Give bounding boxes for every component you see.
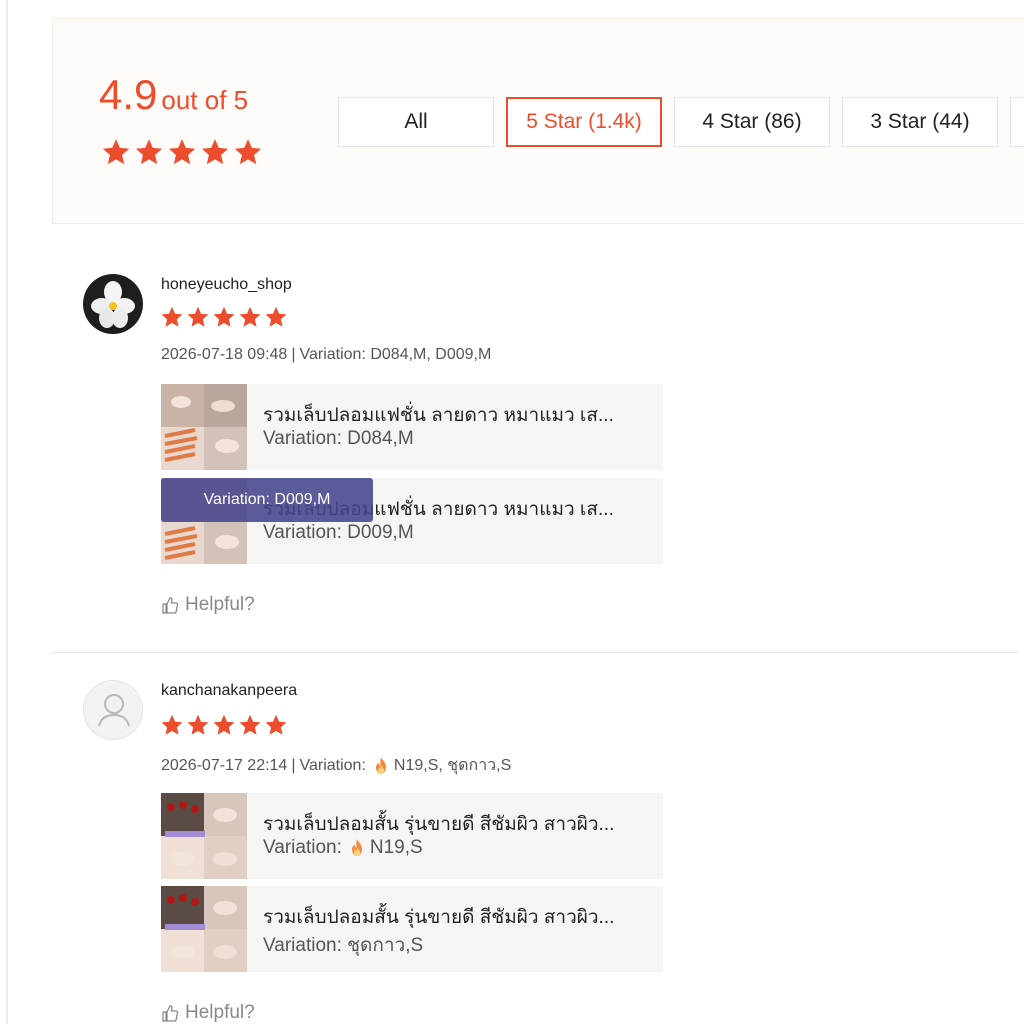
variation-overlay-label: Variation: D009,M <box>161 478 373 522</box>
product-name: รวมเล็บปลอมสั้น รุ่นขายดี สีชัมผิว สาวผิ… <box>263 907 615 928</box>
star-icon <box>212 713 236 737</box>
filter-more-button[interactable] <box>1010 97 1024 147</box>
default-user-icon <box>98 694 130 727</box>
reviewer-username[interactable]: honeyeucho_shop <box>161 276 292 294</box>
star-icon <box>167 137 197 167</box>
star-icon <box>160 305 184 329</box>
filter-3-star-button[interactable]: 3 Star (44) <box>842 97 998 147</box>
star-icon <box>264 713 288 737</box>
review-meta: 2026-07-18 09:48 | Variation: D084,M, D0… <box>161 346 491 364</box>
filter-all-button[interactable]: All <box>338 97 494 147</box>
star-icon <box>233 137 263 167</box>
review-divider <box>52 652 1018 653</box>
rating-scale: out of 5 <box>161 85 249 115</box>
review-item: honeyeucho_shop 2026-07-18 09:48 | Varia… <box>80 270 980 640</box>
avatar <box>83 680 143 740</box>
rating-filter-bar: All 5 Star (1.4k) 4 Star (86) 3 Star (44… <box>338 97 1024 147</box>
star-icon <box>186 305 210 329</box>
overview-star-rating <box>101 137 263 167</box>
helpful-button[interactable]: Helpful? <box>161 594 255 616</box>
avatar <box>83 274 143 334</box>
variation-label: Variation: <box>299 756 366 774</box>
star-icon <box>160 713 184 737</box>
meta-separator: | <box>291 346 296 363</box>
star-icon <box>134 137 164 167</box>
variation-value: N19,S <box>369 837 423 858</box>
filter-4-star-button[interactable]: 4 Star (86) <box>674 97 830 147</box>
thumbs-up-icon <box>161 1004 179 1022</box>
product-variation: Variation: D009,M <box>263 522 414 543</box>
meta-separator: | <box>291 756 296 774</box>
product-name: รวมเล็บปลอมแฟชั่น ลายดาว หมาแมว เส... <box>263 405 614 426</box>
star-icon <box>238 305 262 329</box>
product-card[interactable]: รวมเล็บปลอมแฟชั่น ลายดาว หมาแมว เส... Va… <box>161 478 663 564</box>
star-icon <box>212 305 236 329</box>
product-card[interactable]: รวมเล็บปลอมแฟชั่น ลายดาว หมาแมว เส... Va… <box>161 384 663 470</box>
variation-label: Variation: <box>263 837 342 858</box>
helpful-label: Helpful? <box>185 1002 255 1023</box>
rating-overview: 4.9 out of 5 All 5 Star (1.4k) 4 Star (86… <box>52 18 1024 224</box>
reviewer-username[interactable]: kanchanakanpeera <box>161 682 297 700</box>
filter-5-star-button[interactable]: 5 Star (1.4k) <box>506 97 662 147</box>
variation-label: Variation: <box>299 346 366 363</box>
review-datetime: 2026-07-18 09:48 <box>161 346 288 363</box>
star-icon <box>101 137 131 167</box>
variation-value: N19,S, ชุดกาว,S <box>393 757 512 774</box>
product-name: รวมเล็บปลอมสั้น รุ่นขายดี สีชัมผิว สาวผิ… <box>263 814 615 835</box>
product-card[interactable]: รวมเล็บปลอมสั้น รุ่นขายดี สีชัมผิว สาวผิ… <box>161 886 663 972</box>
star-icon <box>264 305 288 329</box>
page-left-border <box>6 0 8 1024</box>
rating-score: 4.9 <box>99 71 158 118</box>
review-item: kanchanakanpeera 2026-07-17 22:14 | Vari… <box>80 676 980 1024</box>
average-rating: 4.9 out of 5 <box>99 71 248 119</box>
review-datetime: 2026-07-17 22:14 <box>161 756 288 774</box>
flower-avatar-image <box>83 274 143 334</box>
product-variation: Variation: D084,M <box>263 428 414 449</box>
star-icon <box>238 713 262 737</box>
review-meta: 2026-07-17 22:14 | Variation: N19,S, ชุด… <box>161 753 511 778</box>
product-variation: Variation: ชุดกาว,S <box>263 935 424 956</box>
variation-value: D084,M, D009,M <box>370 346 492 363</box>
fire-icon <box>350 839 364 857</box>
product-card[interactable]: รวมเล็บปลอมสั้น รุ่นขายดี สีชัมผิว สาวผิ… <box>161 793 663 879</box>
review-star-rating <box>160 305 288 329</box>
fire-icon <box>374 757 388 775</box>
review-star-rating <box>160 713 288 737</box>
star-icon <box>200 137 230 167</box>
star-icon <box>186 713 210 737</box>
product-variation: Variation: N19,S <box>263 837 423 859</box>
product-thumbnail <box>161 384 247 470</box>
thumbs-up-icon <box>161 596 179 614</box>
helpful-label: Helpful? <box>185 594 255 615</box>
helpful-button[interactable]: Helpful? <box>161 1002 255 1024</box>
product-thumbnail <box>161 793 247 879</box>
product-thumbnail <box>161 886 247 972</box>
